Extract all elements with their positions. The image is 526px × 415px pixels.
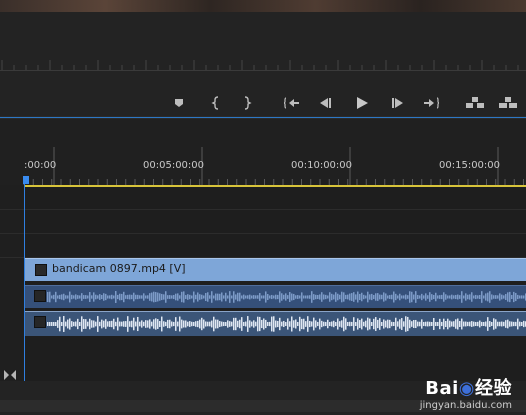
watermark-url: jingyan.baidu.com [419,400,512,411]
track-divider [0,209,526,210]
mark-in-button[interactable] [205,92,227,114]
playhead-handle[interactable] [23,176,29,184]
transport-controls [0,92,526,116]
video-clip-name: bandicam 0897.mp4 [V] [52,262,186,275]
time-ruler[interactable]: :00:00 00:05:00:00 00:10:00:00 00:15:00:… [0,119,526,185]
zoom-to-fit-icon[interactable] [4,365,16,384]
go-to-in-icon [284,97,299,109]
go-to-out-icon [424,97,439,109]
program-monitor [0,12,526,116]
mark-out-icon [244,96,252,110]
audio-waveform-1 [47,291,526,303]
go-to-in-button[interactable] [281,92,303,114]
video-clip[interactable]: bandicam 0897.mp4 [V] [25,258,526,281]
ruler-ticks [23,147,524,185]
lift-button[interactable] [464,92,486,114]
step-forward-icon [392,98,403,108]
audio-clip-1[interactable] [25,285,526,308]
fx-badge-icon [34,290,46,302]
extract-button[interactable] [497,92,519,114]
audio-waveform-2 [47,316,526,332]
timeline-focus-border [0,117,526,118]
marker-icon [175,99,183,107]
add-marker-button[interactable] [168,92,190,114]
watermark-logo: Bai◉经验 [425,378,512,399]
fx-badge-icon [35,264,47,276]
track-divider [0,233,526,234]
timecode-15min: 00:15:00:00 [439,160,501,171]
step-forward-button[interactable] [386,92,408,114]
timecode-5min: 00:05:00:00 [143,160,205,171]
go-to-out-button[interactable] [420,92,442,114]
playhead-line[interactable] [24,177,25,415]
baidu-paw-icon: ◉ [458,378,475,399]
work-area-bar[interactable] [24,185,526,187]
step-back-icon [320,98,331,108]
timecode-0: :00:00 [24,160,57,171]
monitor-ruler-baseline [0,70,526,71]
extract-icon [499,97,517,108]
timeline-panel: :00:00 00:05:00:00 00:10:00:00 00:15:00:… [0,119,526,415]
mark-out-button[interactable] [236,92,258,114]
timecode-10min: 00:10:00:00 [291,160,353,171]
baidu-jingyan-watermark: Bai◉经验 jingyan.baidu.com [420,374,512,411]
play-button[interactable] [351,92,373,114]
audio-clip-2[interactable] [25,311,526,336]
lift-icon [466,97,484,108]
program-monitor-video-edge [0,0,526,12]
play-icon [357,97,368,109]
fx-badge-icon [34,316,46,328]
mark-in-icon [211,96,219,110]
step-back-button[interactable] [315,92,337,114]
